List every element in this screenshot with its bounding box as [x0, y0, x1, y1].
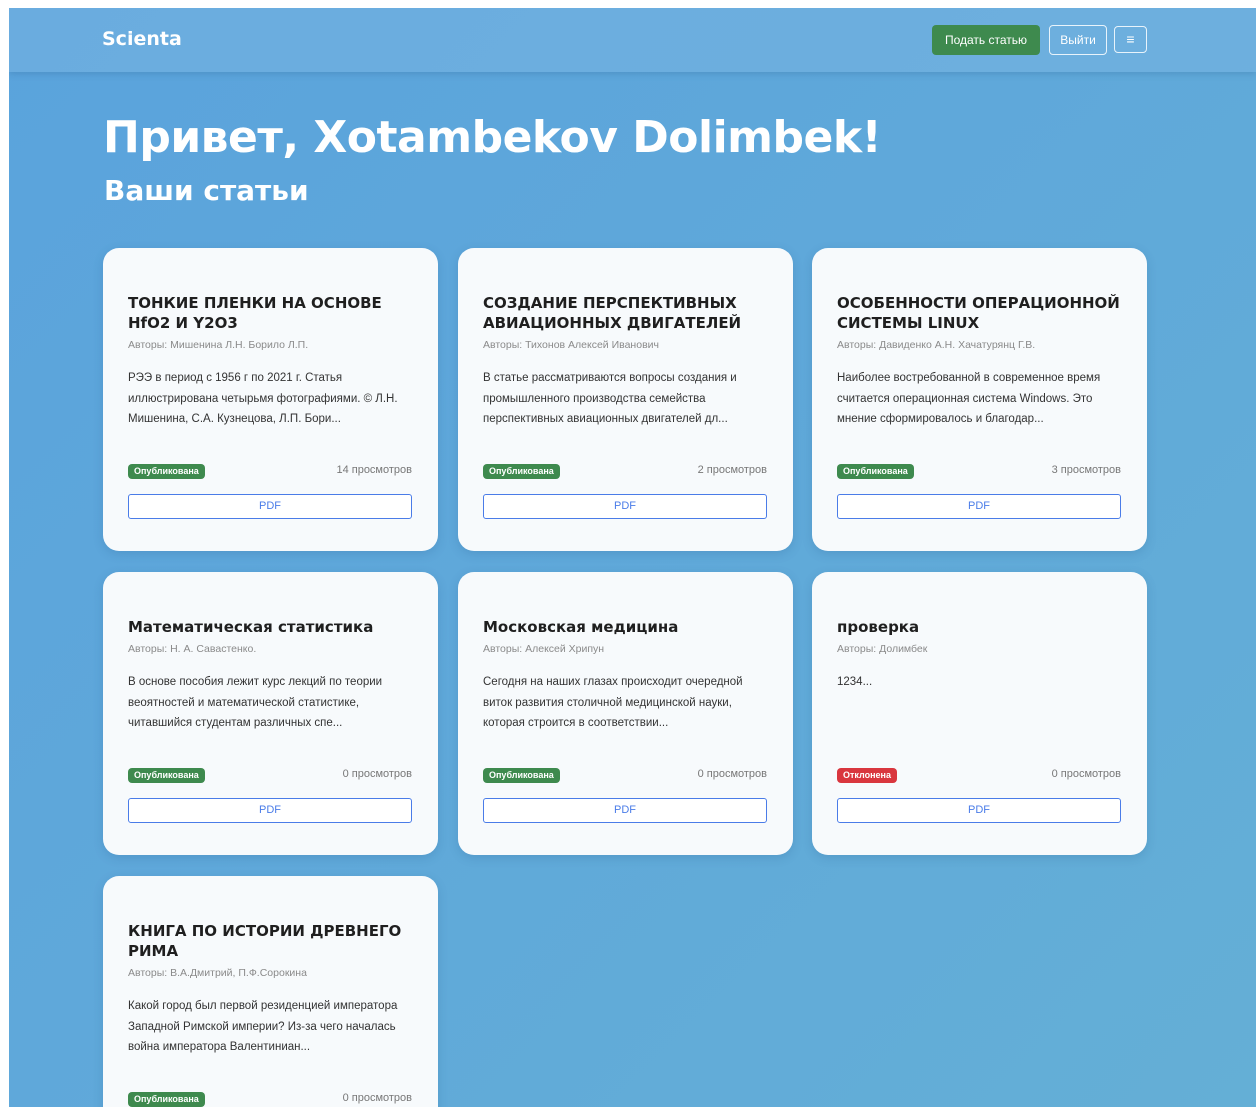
status-badge: Опубликована: [483, 464, 560, 479]
article-title: Московская медицина: [483, 618, 679, 636]
submit-article-button[interactable]: Подать статью: [932, 25, 1040, 55]
article-card: проверка Авторы: Долимбек 1234... Отклон…: [812, 572, 1147, 855]
views-count: 0 просмотров: [342, 768, 412, 780]
article-description: Какой город был первой резиденцией импер…: [128, 1000, 398, 1053]
article-description: РЭЭ в период с 1956 г по 2021 г. Статья …: [128, 372, 398, 425]
pdf-button[interactable]: PDF: [837, 494, 1121, 519]
views-count: 14 просмотров: [336, 464, 412, 476]
article-authors: Авторы: В.А.Дмитрий, П.Ф.Сорокина: [128, 967, 307, 979]
article-card: Математическая статистика Авторы: Н. А. …: [103, 572, 438, 855]
logout-button[interactable]: Выйти: [1049, 25, 1107, 55]
article-title: ОСОБЕННОСТИ ОПЕРАЦИОННОЙ СИСТЕМЫ LINUX: [837, 294, 1120, 332]
article-card: КНИГА ПО ИСТОРИИ ДРЕВНЕГО РИМА Авторы: В…: [103, 876, 438, 1107]
views-count: 0 просмотров: [1051, 768, 1121, 780]
article-description: 1234...: [837, 676, 873, 688]
article-card: ОСОБЕННОСТИ ОПЕРАЦИОННОЙ СИСТЕМЫ LINUX А…: [812, 248, 1147, 551]
article-description: Наиболее востребованной в современное вр…: [837, 372, 1101, 425]
page: Scienta Подать статью Выйти ≡ Привет, Xo…: [9, 8, 1256, 1107]
article-title: проверка: [837, 618, 920, 636]
article-authors: Авторы: Тихонов Алексей Иванович: [483, 339, 659, 351]
navbar: Scienta Подать статью Выйти ≡: [9, 8, 1256, 72]
article-card: Московская медицина Авторы: Алексей Хрип…: [458, 572, 793, 855]
article-authors: Авторы: Алексей Хрипун: [483, 643, 605, 655]
status-badge: Опубликована: [837, 464, 914, 479]
views-count: 2 просмотров: [697, 464, 767, 476]
views-count: 3 просмотров: [1051, 464, 1121, 476]
status-badge: Опубликована: [128, 464, 205, 479]
article-description: В статье рассматриваются вопросы создани…: [483, 372, 737, 425]
menu-toggle-button[interactable]: ≡: [1114, 26, 1147, 53]
article-authors: Авторы: Н. А. Савастенко.: [128, 643, 257, 655]
pdf-button[interactable]: PDF: [483, 494, 767, 519]
article-title: ТОНКИЕ ПЛЕНКИ НА ОСНОВЕ HfO2 И Y2O3: [128, 294, 382, 332]
status-badge: Отклонена: [837, 768, 898, 783]
pdf-button[interactable]: PDF: [483, 798, 767, 823]
article-title: КНИГА ПО ИСТОРИИ ДРЕВНЕГО РИМА: [128, 922, 402, 960]
article-authors: Авторы: Мишенина Л.Н. Борило Л.П.: [128, 339, 309, 351]
article-title: Математическая статистика: [128, 618, 374, 636]
status-badge: Опубликована: [128, 768, 205, 783]
article-description: Сегодня на наших глазах происходит очере…: [483, 676, 743, 729]
article-card: СОЗДАНИЕ ПЕРСПЕКТИВНЫХ АВИАЦИОННЫХ ДВИГА…: [458, 248, 793, 551]
pdf-button[interactable]: PDF: [837, 798, 1121, 823]
article-authors: Авторы: Давиденко А.Н. Хачатурянц Г.В.: [837, 339, 1036, 351]
page-title: Привет, Xotambekov Dolimbek!: [103, 112, 882, 163]
status-badge: Опубликована: [128, 1092, 205, 1107]
views-count: 0 просмотров: [342, 1092, 412, 1104]
article-card: ТОНКИЕ ПЛЕНКИ НА ОСНОВЕ HfO2 И Y2O3 Авто…: [103, 248, 438, 551]
pdf-button[interactable]: PDF: [128, 494, 412, 519]
section-title: Ваши статьи: [104, 174, 309, 207]
article-authors: Авторы: Долимбек: [837, 643, 928, 655]
article-title: СОЗДАНИЕ ПЕРСПЕКТИВНЫХ АВИАЦИОННЫХ ДВИГА…: [483, 294, 742, 332]
views-count: 0 просмотров: [697, 768, 767, 780]
hamburger-menu-icon: ≡: [1126, 31, 1135, 47]
article-description: В основе пособия лежит курс лекций по те…: [128, 676, 383, 729]
pdf-button[interactable]: PDF: [128, 798, 412, 823]
brand-logo[interactable]: Scienta: [102, 28, 182, 50]
status-badge: Опубликована: [483, 768, 560, 783]
